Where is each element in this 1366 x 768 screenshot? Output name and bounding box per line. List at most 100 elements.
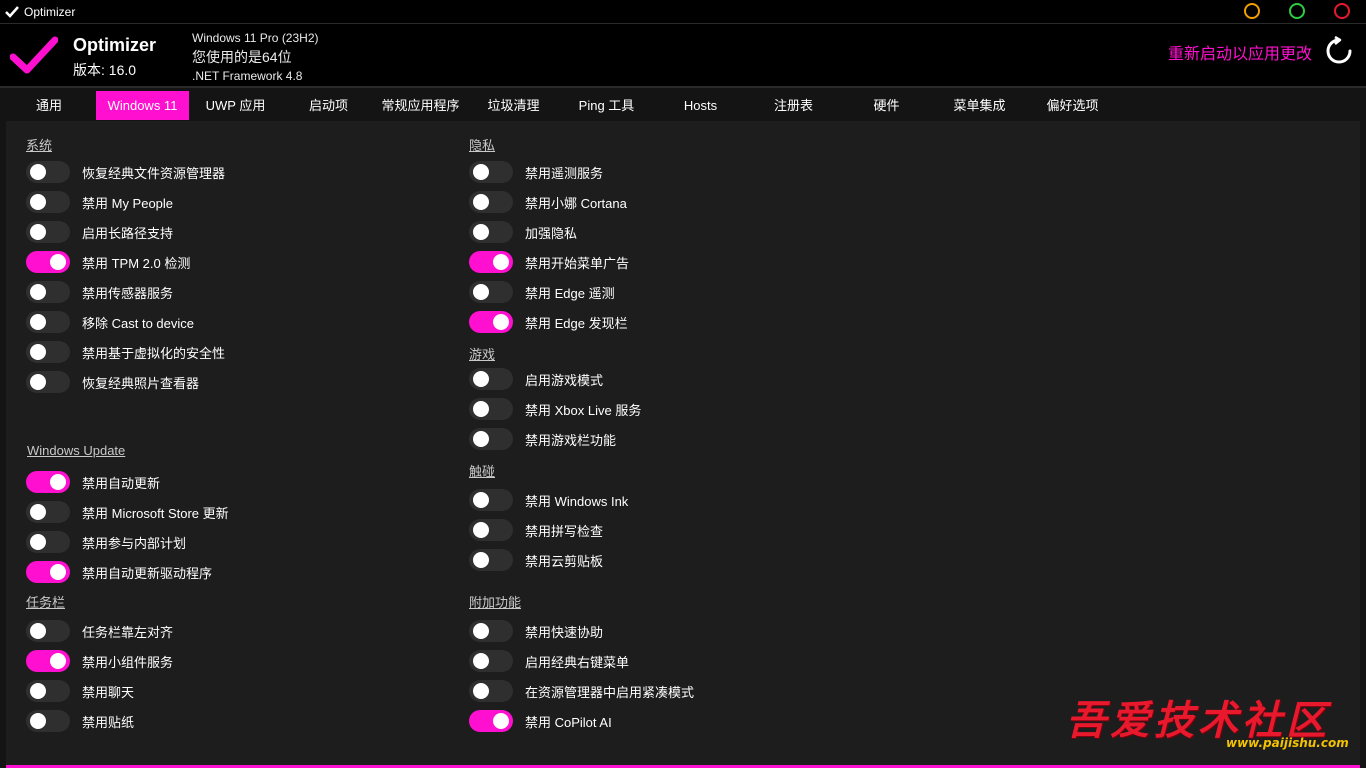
tab-hosts[interactable]: Hosts (654, 91, 747, 120)
option-row[interactable]: 禁用自动更新驱动程序 (26, 561, 212, 583)
toggle-switch[interactable] (469, 191, 513, 213)
option-row[interactable]: 禁用 Microsoft Store 更新 (26, 501, 229, 523)
os-version: Windows 11 Pro (23H2) (192, 31, 319, 45)
restart-link[interactable]: 重新启动以应用更改 (1168, 40, 1312, 64)
option-row[interactable]: 移除 Cast to device (26, 311, 194, 333)
toggle-knob (30, 314, 46, 330)
option-row[interactable]: 禁用传感器服务 (26, 281, 173, 303)
tab-menu-integration[interactable]: 菜单集成 (933, 91, 1026, 120)
toggle-switch[interactable] (469, 519, 513, 541)
option-row[interactable]: 禁用参与内部计划 (26, 531, 186, 553)
tab-general[interactable]: 通用 (4, 91, 94, 120)
option-row[interactable]: 禁用小组件服务 (26, 650, 173, 672)
option-row[interactable]: 禁用拼写检查 (469, 519, 603, 541)
toggle-switch[interactable] (469, 549, 513, 571)
tab-common-apps[interactable]: 常规应用程序 (374, 91, 467, 120)
option-row[interactable]: 禁用基于虚拟化的安全性 (26, 341, 225, 363)
option-label: 恢复经典照片查看器 (82, 375, 200, 391)
toggle-switch[interactable] (469, 368, 513, 390)
toggle-switch[interactable] (469, 311, 513, 333)
toggle-switch[interactable] (26, 311, 70, 333)
option-row[interactable]: 禁用聊天 (26, 680, 134, 702)
toggle-switch[interactable] (26, 471, 70, 493)
toggle-switch[interactable] (26, 371, 70, 393)
option-row[interactable]: 禁用 TPM 2.0 检测 (26, 251, 190, 273)
app-name: Optimizer (73, 35, 157, 55)
toggle-switch[interactable] (26, 281, 70, 303)
option-row[interactable]: 启用经典右键菜单 (469, 650, 629, 672)
checkmark-icon (3, 3, 21, 21)
close-button[interactable] (1334, 3, 1350, 19)
option-row[interactable]: 在资源管理器中启用紧凑模式 (469, 680, 694, 702)
option-row[interactable]: 禁用开始菜单广告 (469, 251, 629, 273)
app-version: 版本: 16.0 (73, 62, 137, 78)
toggle-switch[interactable] (469, 680, 513, 702)
toggle-switch[interactable] (26, 341, 70, 363)
toggle-switch[interactable] (26, 191, 70, 213)
option-row[interactable]: 禁用贴纸 (26, 710, 134, 732)
toggle-switch[interactable] (469, 620, 513, 642)
toggle-switch[interactable] (469, 710, 513, 732)
option-row[interactable]: 禁用 CoPilot AI (469, 710, 612, 732)
option-row[interactable]: 禁用 Windows Ink (469, 489, 628, 511)
framework-version: .NET Framework 4.8 (192, 69, 303, 83)
option-row[interactable]: 禁用 Edge 遥测 (469, 281, 615, 303)
option-row[interactable]: 禁用 Edge 发现栏 (469, 311, 628, 333)
tab-cleanup[interactable]: 垃圾清理 (467, 91, 560, 120)
toggle-switch[interactable] (26, 620, 70, 642)
toggle-knob (30, 164, 46, 180)
toggle-switch[interactable] (26, 251, 70, 273)
tab-ping-tool[interactable]: Ping 工具 (560, 91, 653, 120)
toggle-knob (493, 713, 509, 729)
option-row[interactable]: 加强隐私 (469, 221, 577, 243)
option-row[interactable]: 禁用 My People (26, 191, 173, 213)
toggle-knob (50, 653, 66, 669)
toggle-switch[interactable] (26, 710, 70, 732)
tab-uwp-apps[interactable]: UWP 应用 (189, 91, 282, 120)
toggle-knob (30, 194, 46, 210)
option-row[interactable]: 禁用游戏栏功能 (469, 428, 616, 450)
tab-registry[interactable]: 注册表 (747, 91, 840, 120)
option-row[interactable]: 启用游戏模式 (469, 368, 603, 390)
toggle-switch[interactable] (26, 221, 70, 243)
toggle-knob (50, 254, 66, 270)
tab-startup[interactable]: 启动项 (282, 91, 375, 120)
option-row[interactable]: 禁用小娜 Cortana (469, 191, 627, 213)
tab-preferences[interactable]: 偏好选项 (1026, 91, 1119, 120)
option-row[interactable]: 禁用自动更新 (26, 471, 160, 493)
restart-icon[interactable] (1324, 35, 1354, 66)
toggle-switch[interactable] (469, 398, 513, 420)
minimize-button[interactable] (1244, 3, 1260, 19)
tab-hardware[interactable]: 硬件 (840, 91, 933, 120)
toggle-switch[interactable] (469, 650, 513, 672)
option-row[interactable]: 恢复经典文件资源管理器 (26, 161, 225, 183)
toggle-switch[interactable] (26, 161, 70, 183)
option-row[interactable]: 恢复经典照片查看器 (26, 371, 199, 393)
option-row[interactable]: 禁用云剪贴板 (469, 549, 603, 571)
option-row[interactable]: 任务栏靠左对齐 (26, 620, 173, 642)
option-row[interactable]: 禁用 Xbox Live 服务 (469, 398, 641, 420)
section-title-taskbar: 任务栏 (26, 595, 66, 610)
toggle-switch[interactable] (26, 680, 70, 702)
toggle-switch[interactable] (469, 489, 513, 511)
option-label: 禁用云剪贴板 (525, 553, 604, 569)
section-title-windows-update: Windows Update (27, 443, 126, 458)
option-row[interactable]: 启用长路径支持 (26, 221, 173, 243)
option-row[interactable]: 禁用快速协助 (469, 620, 603, 642)
option-row[interactable]: 禁用遥测服务 (469, 161, 603, 183)
toggle-switch[interactable] (469, 161, 513, 183)
toggle-switch[interactable] (26, 531, 70, 553)
toggle-knob (473, 522, 489, 538)
option-label: 禁用贴纸 (82, 714, 135, 730)
toggle-switch[interactable] (469, 428, 513, 450)
toggle-switch[interactable] (469, 251, 513, 273)
toggle-knob (50, 474, 66, 490)
maximize-button[interactable] (1289, 3, 1305, 19)
tab-windows-11[interactable]: Windows 11 (96, 91, 189, 120)
toggle-switch[interactable] (26, 501, 70, 523)
toggle-switch[interactable] (469, 281, 513, 303)
option-label: 任务栏靠左对齐 (82, 624, 174, 640)
toggle-switch[interactable] (26, 561, 70, 583)
toggle-switch[interactable] (469, 221, 513, 243)
toggle-switch[interactable] (26, 650, 70, 672)
